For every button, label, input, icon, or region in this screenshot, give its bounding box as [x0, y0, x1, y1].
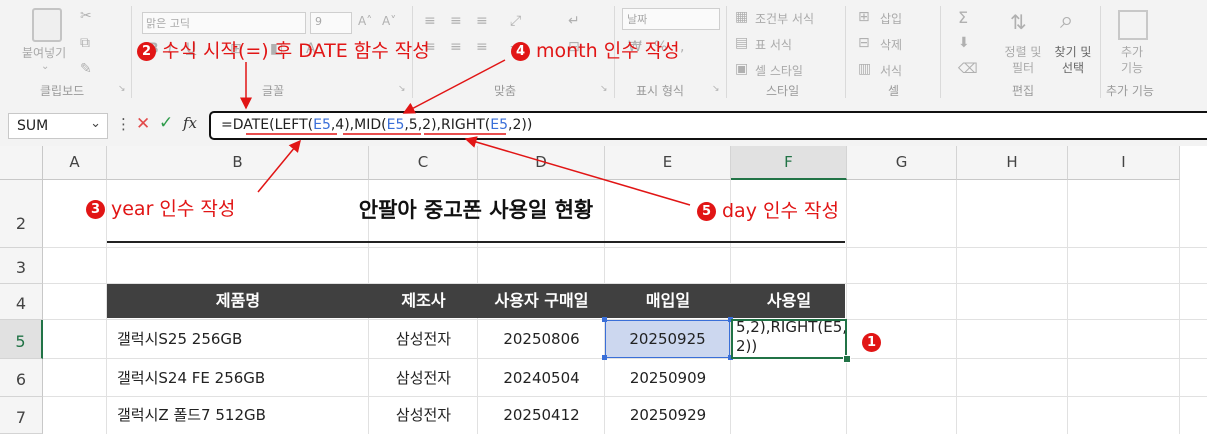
badge-3: 3: [86, 200, 105, 219]
badge-2: 2: [137, 42, 156, 61]
annotation-2: 2 수식 시작(=) 후 DATE 함수 작성: [137, 36, 430, 63]
arrow-5: [464, 136, 691, 206]
annotation-5-text: day 인수 작성: [722, 200, 839, 222]
badge-1: 1: [862, 333, 881, 352]
annotation-5: 5 day 인수 작성: [697, 196, 839, 223]
arrow-4: [402, 59, 506, 114]
annotation-4-text: month 인수 작성: [536, 40, 680, 62]
badge-5: 5: [697, 202, 716, 221]
annotation-3: 3 year 인수 작성: [86, 194, 235, 221]
badge-4: 4: [511, 42, 530, 61]
arrow-3: [257, 139, 301, 193]
annotation-4: 4 month 인수 작성: [511, 36, 680, 63]
annotation-1: 1: [862, 331, 887, 353]
annotation-3-text: year 인수 작성: [111, 198, 236, 220]
annotation-2-text: 수식 시작(=) 후 DATE 함수 작성: [162, 40, 430, 62]
